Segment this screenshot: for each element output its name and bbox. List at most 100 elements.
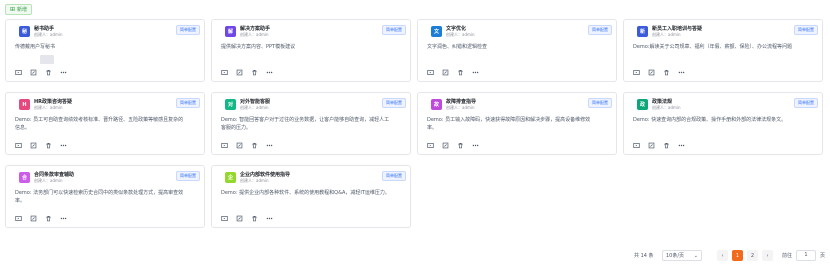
assistant-avatar: H <box>19 99 30 110</box>
assistant-description: Demo: 提供企业内部各种软件、系统的使用教程和Q&A，减轻IT运维压力。 <box>221 190 390 196</box>
assistant-name: 故障排查指导 <box>446 99 477 105</box>
assistant-avatar: 秘 <box>19 26 30 37</box>
assistant-avatar: 合 <box>19 172 30 183</box>
goto-page-input[interactable]: 1 <box>796 250 816 261</box>
delete-icon[interactable] <box>663 69 670 76</box>
chat-icon[interactable] <box>221 215 228 222</box>
add-button[interactable]: ⊞ 新增 <box>5 4 33 15</box>
config-type-tag: 简单配置 <box>794 25 818 35</box>
page-button-2[interactable]: 2 <box>747 250 758 261</box>
assistant-description: 传德戴用户写秘书 <box>15 44 56 50</box>
delete-icon[interactable] <box>457 69 464 76</box>
delete-icon[interactable] <box>45 69 52 76</box>
assistant-card[interactable]: 文 文字优化 创建人：admin 简单配置 文字润色、纠错和逻辑检查 <box>417 19 617 82</box>
chat-icon[interactable] <box>15 69 22 76</box>
card-actions <box>221 69 273 76</box>
card-actions <box>15 69 67 76</box>
card-actions <box>15 215 67 222</box>
card-actions <box>427 69 479 76</box>
more-icon[interactable] <box>60 215 67 222</box>
assistant-description: 提供解决方案内容、PPT模板建议 <box>221 44 296 50</box>
assistant-creator: 创建人：admin <box>446 32 475 37</box>
plus-icon: ⊞ <box>10 5 16 13</box>
assistant-name: HR政策咨询答疑 <box>34 99 73 105</box>
chat-icon[interactable] <box>427 142 434 149</box>
delete-icon[interactable] <box>251 142 258 149</box>
delete-icon[interactable] <box>251 69 258 76</box>
prev-page-button[interactable]: ‹ <box>717 250 728 261</box>
assistant-creator: 创建人：admin <box>34 178 63 183</box>
chat-icon[interactable] <box>633 142 640 149</box>
assistant-name: 秘书助手 <box>34 26 55 32</box>
assistant-card[interactable]: 解 解决方案助手 创建人：admin 简单配置 提供解决方案内容、PPT模板建议 <box>211 19 411 82</box>
assistant-description: Demo: 法务部门可以快速检索历史合同中的类似条款处理方式，提高审查效率。 <box>15 190 184 204</box>
page-size-select[interactable]: 10条/页 ⌄ <box>662 250 702 261</box>
delete-icon[interactable] <box>457 142 464 149</box>
delete-icon[interactable] <box>251 215 258 222</box>
edit-icon[interactable] <box>30 215 37 222</box>
chevron-down-icon: ⌄ <box>693 252 698 259</box>
assistant-creator: 创建人：admin <box>34 105 63 110</box>
assistant-creator: 创建人：admin <box>34 32 63 37</box>
assistant-avatar: 企 <box>225 172 236 183</box>
more-icon[interactable] <box>60 69 67 76</box>
assistant-name: 对外智能客服 <box>240 99 271 105</box>
next-page-button[interactable]: › <box>762 250 773 261</box>
edit-icon[interactable] <box>648 142 655 149</box>
assistant-card[interactable]: 故 故障排查指导 创建人：admin 简单配置 Demo: 员工输入故障码，快速… <box>417 92 617 155</box>
card-actions <box>15 142 67 149</box>
more-icon[interactable] <box>472 69 479 76</box>
card-actions <box>221 215 273 222</box>
tooltip-placeholder <box>40 55 54 64</box>
config-type-tag: 简单配置 <box>382 98 406 108</box>
chat-icon[interactable] <box>221 142 228 149</box>
assistant-card[interactable]: 企 企业内部软件使用指导 创建人：admin 简单配置 Demo: 提供企业内部… <box>211 165 411 228</box>
delete-icon[interactable] <box>663 142 670 149</box>
edit-icon[interactable] <box>236 69 243 76</box>
assistant-card[interactable]: 新 新员工入职培训与答疑 创建人：admin 简单配置 Demo:解读关于公司规… <box>623 19 823 82</box>
more-icon[interactable] <box>266 142 273 149</box>
more-icon[interactable] <box>678 69 685 76</box>
more-icon[interactable] <box>266 69 273 76</box>
edit-icon[interactable] <box>442 69 449 76</box>
edit-icon[interactable] <box>236 215 243 222</box>
edit-icon[interactable] <box>30 142 37 149</box>
chat-icon[interactable] <box>15 142 22 149</box>
card-actions <box>633 142 685 149</box>
more-icon[interactable] <box>60 142 67 149</box>
assistant-description: Demo: 员工输入故障码，快速获得故障原因和解决步骤，提高设备维修效率。 <box>427 117 591 131</box>
config-type-tag: 简单配置 <box>176 98 200 108</box>
card-actions <box>221 142 273 149</box>
chat-icon[interactable] <box>15 215 22 222</box>
edit-icon[interactable] <box>648 69 655 76</box>
config-type-tag: 简单配置 <box>176 25 200 35</box>
assistant-description: 文字润色、纠错和逻辑检查 <box>427 44 488 50</box>
edit-icon[interactable] <box>236 142 243 149</box>
edit-icon[interactable] <box>30 69 37 76</box>
config-type-tag: 简单配置 <box>588 25 612 35</box>
assistant-card[interactable]: H HR政策咨询答疑 创建人：admin 简单配置 Demo: 员工可自助查询绩… <box>5 92 205 155</box>
assistant-card[interactable]: 合 合同条款审查辅助 创建人：admin 简单配置 Demo: 法务部门可以快速… <box>5 165 205 228</box>
delete-icon[interactable] <box>45 215 52 222</box>
assistant-name: 合同条款审查辅助 <box>34 172 75 178</box>
assistant-card[interactable]: 对 对外智能客服 创建人：admin 简单配置 Demo: 智能回答客户对于过往… <box>211 92 411 155</box>
page-button-1[interactable]: 1 <box>732 250 743 261</box>
more-icon[interactable] <box>678 142 685 149</box>
assistant-card[interactable]: 政 政策法规 创建人：admin 简单配置 Demo: 快速查询内部的合规政策、… <box>623 92 823 155</box>
assistant-name: 新员工入职培训与答疑 <box>652 26 703 32</box>
assistant-avatar: 新 <box>637 26 648 37</box>
assistant-creator: 创建人：admin <box>652 32 681 37</box>
chat-icon[interactable] <box>427 69 434 76</box>
assistant-card[interactable]: 秘 秘书助手 创建人：admin 简单配置 传德戴用户写秘书 <box>5 19 205 82</box>
assistant-description: Demo:解读关于公司规章、福利（年假、薪额、保险）、办公流程等问题 <box>633 44 793 50</box>
config-type-tag: 简单配置 <box>588 98 612 108</box>
assistant-creator: 创建人：admin <box>446 105 475 110</box>
assistant-name: 企业内部软件使用指导 <box>240 172 291 178</box>
more-icon[interactable] <box>472 142 479 149</box>
chat-icon[interactable] <box>633 69 640 76</box>
card-actions <box>633 69 685 76</box>
more-icon[interactable] <box>266 215 273 222</box>
edit-icon[interactable] <box>442 142 449 149</box>
delete-icon[interactable] <box>45 142 52 149</box>
chat-icon[interactable] <box>221 69 228 76</box>
